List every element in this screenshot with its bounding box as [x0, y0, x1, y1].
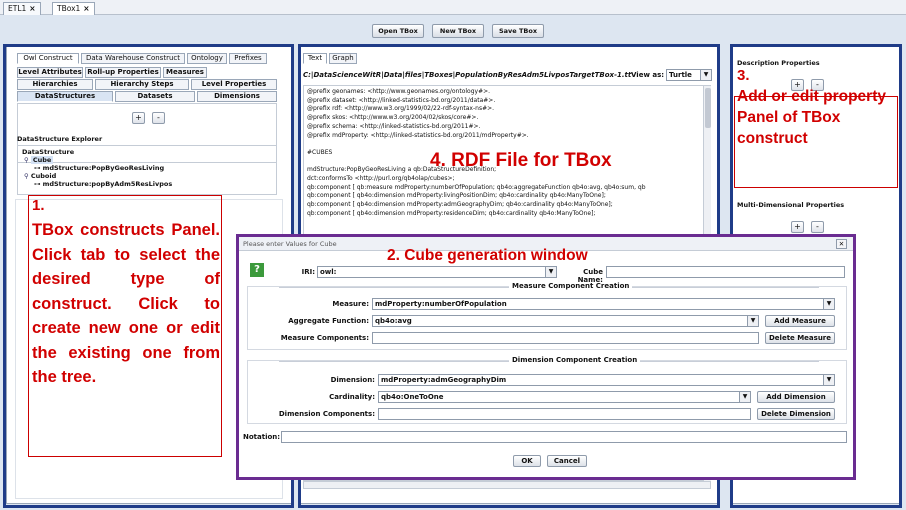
- aggregate-function-value: qb4o:avg: [375, 317, 412, 325]
- measure-section-title: Measure Component Creation: [509, 282, 633, 290]
- file-tab-label: TBox1: [57, 4, 81, 13]
- close-icon[interactable]: ×: [83, 4, 89, 13]
- chevron-down-icon[interactable]: ▼: [823, 299, 834, 309]
- iri-select[interactable]: owl: ▼: [317, 266, 557, 278]
- annotation-1-text: TBox constructs Panel. Click tab to sele…: [32, 221, 220, 386]
- add-dimension-button[interactable]: Add Dimension: [757, 391, 835, 403]
- help-icon[interactable]: ?: [250, 263, 264, 277]
- new-tbox-button[interactable]: New TBox: [432, 24, 484, 38]
- cardinality-select[interactable]: qb4o:OneToOne ▼: [378, 391, 751, 403]
- delete-measure-button[interactable]: Delete Measure: [765, 332, 835, 344]
- cardinality-label: Cardinality:: [329, 393, 375, 401]
- iri-value: owl:: [320, 268, 337, 276]
- chevron-down-icon[interactable]: ▼: [747, 316, 758, 326]
- notation-input[interactable]: [281, 431, 847, 443]
- annotation-4: 4. RDF File for TBox: [430, 150, 612, 171]
- file-tab-strip: ETL1 × TBox1 ×: [0, 0, 906, 15]
- iri-label: IRI:: [301, 268, 315, 276]
- chevron-down-icon[interactable]: ▼: [545, 267, 556, 277]
- close-icon[interactable]: ✕: [836, 239, 847, 249]
- annotation-2: 2. Cube generation window: [387, 247, 588, 264]
- dimension-components-field[interactable]: [378, 408, 751, 420]
- aggregate-function-label: Aggregate Function:: [288, 317, 369, 325]
- dialog-title: Please enter Values for Cube: [243, 240, 337, 248]
- add-measure-button[interactable]: Add Measure: [765, 315, 835, 327]
- cancel-button[interactable]: Cancel: [547, 455, 587, 467]
- measure-select[interactable]: mdProperty:numberOfPopulation ▼: [372, 298, 835, 310]
- cube-name-input[interactable]: [606, 266, 845, 278]
- dimension-components-label: Dimension Components:: [278, 410, 375, 418]
- file-tab-label: ETL1: [8, 4, 27, 13]
- measure-components-label: Measure Components:: [280, 334, 369, 342]
- cardinality-value: qb4o:OneToOne: [381, 393, 444, 401]
- dimension-section-title: Dimension Component Creation: [509, 356, 641, 364]
- ok-button[interactable]: OK: [513, 455, 541, 467]
- open-tbox-button[interactable]: Open TBox: [372, 24, 424, 38]
- dimension-value: mdProperty:admGeographyDim: [381, 376, 507, 384]
- dimension-select[interactable]: mdProperty:admGeographyDim ▼: [378, 374, 835, 386]
- measure-value: mdProperty:numberOfPopulation: [375, 300, 507, 308]
- file-tab-tbox1[interactable]: TBox1 ×: [52, 2, 95, 15]
- notation-label: Notation:: [243, 433, 281, 441]
- annotation-3-text: Add or edit property Panel of TBox const…: [737, 88, 886, 147]
- annotation-1-number: 1.: [32, 197, 45, 214]
- measure-label: Measure:: [332, 300, 369, 308]
- chevron-down-icon[interactable]: ▼: [739, 392, 750, 402]
- dimension-label: Dimension:: [330, 376, 375, 384]
- file-tab-etl1[interactable]: ETL1 ×: [3, 2, 41, 15]
- measure-components-field[interactable]: [372, 332, 759, 344]
- aggregate-function-select[interactable]: qb4o:avg ▼: [372, 315, 759, 327]
- close-icon[interactable]: ×: [29, 4, 35, 13]
- annotation-3-number: 3.: [737, 67, 750, 84]
- delete-dimension-button[interactable]: Delete Dimension: [757, 408, 835, 420]
- cube-dialog: Please enter Values for Cube ✕ 2. Cube g…: [236, 234, 856, 480]
- chevron-down-icon[interactable]: ▼: [823, 375, 834, 385]
- save-tbox-button[interactable]: Save TBox: [492, 24, 544, 38]
